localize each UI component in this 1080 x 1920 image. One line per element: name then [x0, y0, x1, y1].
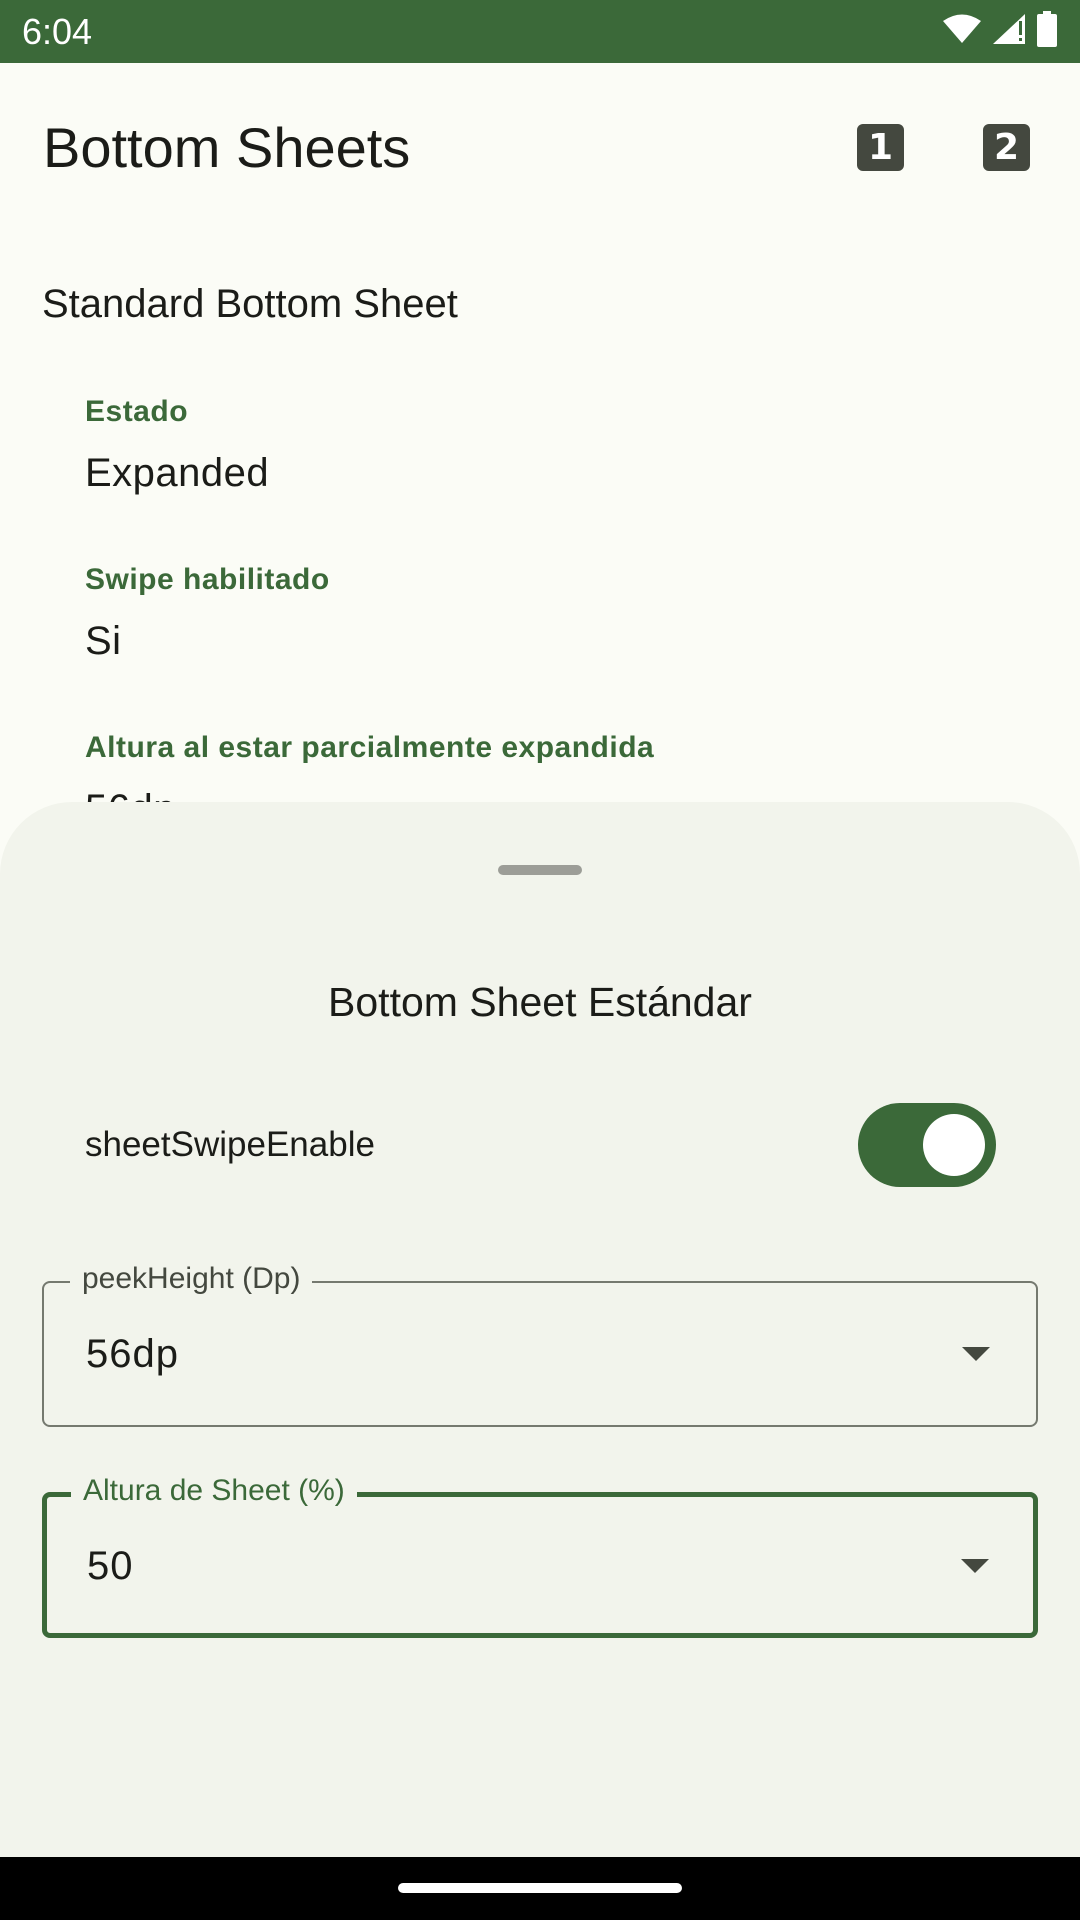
- swipe-label: Swipe habilitado: [85, 563, 330, 596]
- dropdown-arrow-icon[interactable]: [962, 1347, 990, 1361]
- peek-height-label: Altura al estar parcialmente expandida: [85, 731, 655, 764]
- swipe-value: Si: [85, 619, 122, 663]
- status-time: 6:04: [22, 11, 93, 52]
- status-bar: 6:04: [0, 0, 1080, 63]
- estado-value: Expanded: [85, 451, 270, 495]
- sheet-swipe-toggle[interactable]: [858, 1103, 996, 1187]
- status-icons: [942, 10, 1058, 52]
- dropdown-label: Altura de Sheet (%): [71, 1471, 357, 1511]
- wifi-icon: [942, 14, 982, 49]
- app-title: Bottom Sheets: [43, 116, 411, 179]
- battery-icon: [1036, 10, 1058, 52]
- sheet-height-dropdown[interactable]: Altura de Sheet (%) 50: [42, 1471, 1038, 1638]
- drag-handle[interactable]: [498, 865, 582, 875]
- home-indicator[interactable]: [398, 1883, 682, 1893]
- peek-height-dropdown[interactable]: peekHeight (Dp) 56dp: [42, 1259, 1038, 1427]
- dropdown-arrow-icon[interactable]: [961, 1559, 989, 1573]
- bottom-sheet[interactable]: Bottom Sheet Estándar sheetSwipeEnable p…: [0, 802, 1080, 1857]
- estado-label: Estado: [85, 395, 189, 428]
- sheet-title: Bottom Sheet Estándar: [328, 979, 752, 1025]
- filter-2-icon[interactable]: 2: [983, 124, 1030, 171]
- toggle-thumb: [923, 1114, 985, 1176]
- signal-icon: [992, 13, 1026, 50]
- section-heading: Standard Bottom Sheet: [42, 282, 458, 326]
- dropdown-label: peekHeight (Dp): [70, 1259, 313, 1299]
- navigation-bar: [0, 1857, 1080, 1920]
- filter-1-icon[interactable]: 1: [857, 124, 904, 171]
- dropdown-value: 50: [87, 1544, 134, 1588]
- dropdown-value: 56dp: [86, 1332, 179, 1376]
- switch-label: sheetSwipeEnable: [85, 1125, 375, 1164]
